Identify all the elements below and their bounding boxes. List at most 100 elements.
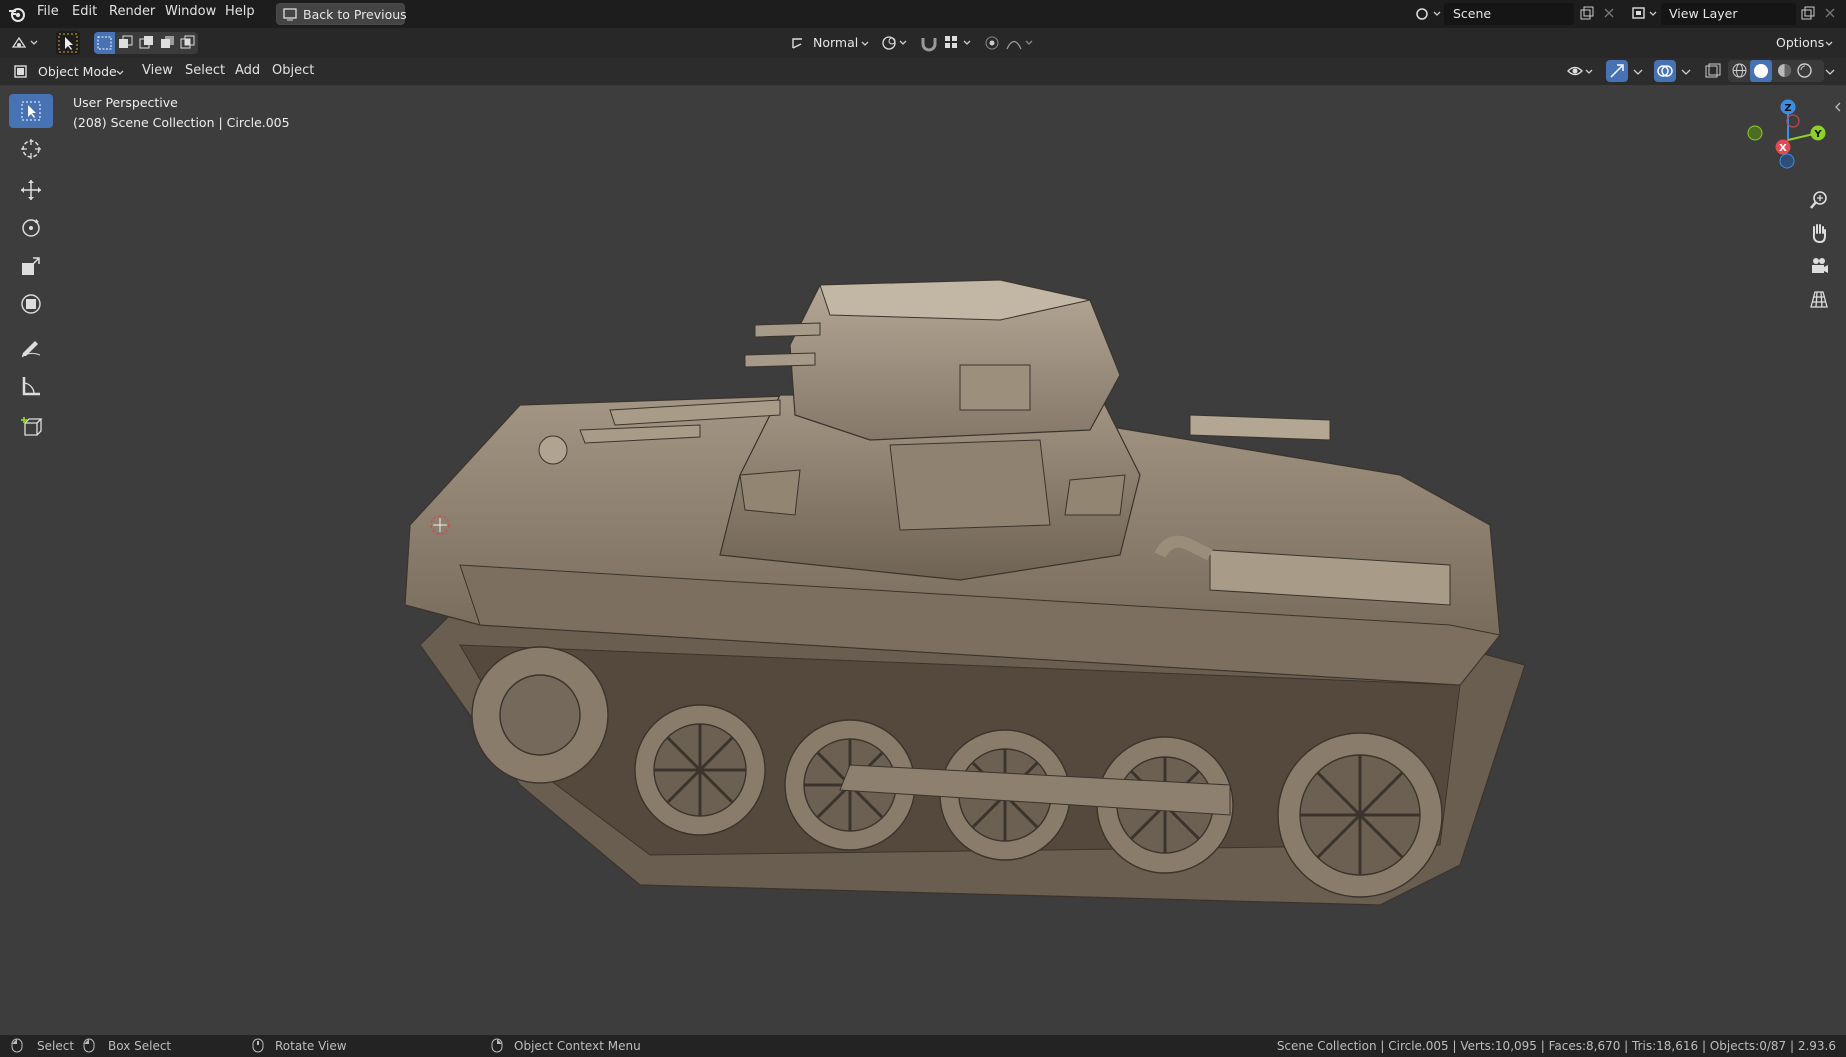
camera-view-icon[interactable] [1803, 251, 1835, 281]
status-rotate-view: Rotate View [275, 1039, 347, 1053]
3d-viewport[interactable]: User Perspective (208) Scene Collection … [0, 85, 1846, 1035]
mouse-middle-icon [252, 1038, 264, 1053]
new-scene-icon[interactable] [1579, 6, 1595, 22]
menu-edit[interactable]: Edit [72, 4, 97, 19]
back-button-label: Back to Previous [303, 7, 407, 22]
rendered-shading-icon[interactable] [1796, 62, 1813, 79]
tool-annotate[interactable] [9, 330, 53, 364]
scene-name: Scene [1453, 6, 1492, 21]
status-select: Select [37, 1039, 75, 1053]
scale-icon [22, 257, 40, 275]
close-scene-icon[interactable] [1602, 6, 1616, 20]
mouse-right-icon [491, 1038, 503, 1053]
orientation-label: Normal [813, 35, 859, 50]
wireframe-shading-icon[interactable] [1731, 62, 1748, 79]
add-cube-icon [21, 417, 43, 436]
visibility-eye-icon[interactable] [1566, 61, 1596, 82]
rotate-icon [22, 219, 40, 237]
menu-render[interactable]: Render [109, 4, 155, 19]
tool-move[interactable] [9, 173, 53, 207]
pivot-point-icon[interactable] [880, 32, 912, 54]
status-box-select: Box Select [108, 1039, 172, 1053]
collection-info: (208) Scene Collection | Circle.005 [73, 115, 290, 130]
annotate-pencil-icon [21, 341, 41, 358]
intersect-selection-icon[interactable] [178, 32, 198, 54]
back-to-previous-button[interactable]: Back to Previous [276, 3, 407, 25]
object-mode-label: Object Mode [38, 64, 117, 79]
tool-rotate[interactable] [9, 211, 53, 245]
close-view-layer-icon[interactable] [1823, 6, 1837, 20]
options-label: Options [1776, 35, 1825, 50]
menu-add[interactable]: Add [235, 63, 260, 78]
top-menu-bar: File Edit Render Window Help Back to Pre… [0, 0, 1846, 28]
gizmo-x-label: X [1779, 143, 1787, 154]
perspective-label: User Perspective [73, 95, 178, 110]
gizmo-z-label: Z [1784, 103, 1791, 114]
menu-object[interactable]: Object [272, 63, 314, 78]
falloff-curve-icon[interactable] [1004, 32, 1038, 54]
scene-statistics: Scene Collection | Circle.005 | Verts:10… [1276, 1039, 1836, 1053]
tool-cursor[interactable] [9, 132, 53, 166]
tool-transform[interactable] [9, 287, 53, 321]
screen-icon [283, 7, 297, 21]
menu-window[interactable]: Window [165, 4, 216, 19]
material-preview-icon[interactable] [1776, 62, 1793, 79]
tool-settings-bar: Normal Options [0, 28, 1846, 58]
menu-select[interactable]: Select [185, 63, 225, 78]
xray-toggle-icon[interactable] [1703, 61, 1723, 82]
new-view-layer-icon[interactable] [1800, 6, 1816, 22]
snap-target-icon[interactable] [942, 32, 976, 54]
invert-selection-icon[interactable] [157, 32, 178, 54]
select-box-icon [21, 101, 41, 121]
snap-magnet-icon[interactable] [918, 32, 940, 54]
navigation-gizmo[interactable]: Z Y X [1735, 95, 1835, 175]
toggle-ortho-grid-icon[interactable] [1803, 284, 1835, 314]
chevron-down-icon [1824, 38, 1834, 48]
active-tool-icon[interactable] [56, 31, 80, 55]
set-new-selection-icon[interactable] [94, 32, 115, 54]
proportional-edit-icon[interactable] [982, 32, 1002, 54]
tool-select-box[interactable] [9, 94, 53, 128]
blender-logo-icon[interactable] [7, 5, 27, 23]
mouse-drag-icon [83, 1038, 95, 1053]
transform-icon [21, 294, 41, 314]
view-layer-field[interactable]: View Layer [1661, 3, 1796, 25]
measure-ruler-icon [22, 377, 40, 396]
chevron-down-icon [860, 38, 870, 48]
scene-type-icon[interactable] [1413, 4, 1443, 24]
shading-mode-group [1728, 60, 1824, 82]
move-icon [21, 180, 41, 200]
pan-view-hand-icon[interactable] [1803, 218, 1835, 248]
overlays-toggle-icon[interactable] [1654, 60, 1676, 82]
chevron-down-icon [115, 67, 125, 77]
zoom-view-icon[interactable] [1803, 185, 1835, 215]
mouse-left-icon [11, 1038, 23, 1053]
viewport-header: Object Mode View Select Add Object [0, 58, 1846, 85]
object-mode-dropdown[interactable]: Object Mode [10, 61, 127, 82]
tool-measure[interactable] [9, 369, 53, 403]
extend-selection-icon[interactable] [115, 32, 136, 54]
menu-help[interactable]: Help [225, 4, 255, 19]
status-context-menu: Object Context Menu [514, 1039, 641, 1053]
gizmo-y-label: Y [1813, 129, 1822, 140]
transform-orientation-dropdown[interactable]: Normal [788, 32, 872, 54]
view-layer-icon[interactable] [1630, 4, 1660, 24]
scene-name-field[interactable]: Scene [1444, 3, 1574, 25]
view-layer-name: View Layer [1669, 6, 1738, 21]
sidebar-toggle-chevron-icon[interactable] [1833, 101, 1843, 113]
tool-scale[interactable] [9, 249, 53, 283]
status-bar: Select Box Select Rotate View Object Con… [0, 1035, 1846, 1057]
menu-file[interactable]: File [37, 4, 59, 19]
editor-type-icon[interactable] [9, 32, 43, 54]
chevron-down-icon[interactable] [1822, 61, 1838, 82]
gizmo-toggle-icon[interactable] [1606, 60, 1628, 82]
subtract-selection-icon[interactable] [136, 32, 157, 54]
tool-add-cube[interactable] [9, 410, 53, 444]
chevron-down-icon[interactable] [1630, 61, 1646, 82]
tank-model-render[interactable] [400, 225, 1550, 925]
chevron-down-icon[interactable] [1678, 61, 1694, 82]
object-mode-icon [13, 64, 28, 79]
solid-shading-icon[interactable] [1750, 60, 1772, 82]
options-dropdown[interactable]: Options [1768, 32, 1838, 54]
menu-view[interactable]: View [142, 63, 173, 78]
